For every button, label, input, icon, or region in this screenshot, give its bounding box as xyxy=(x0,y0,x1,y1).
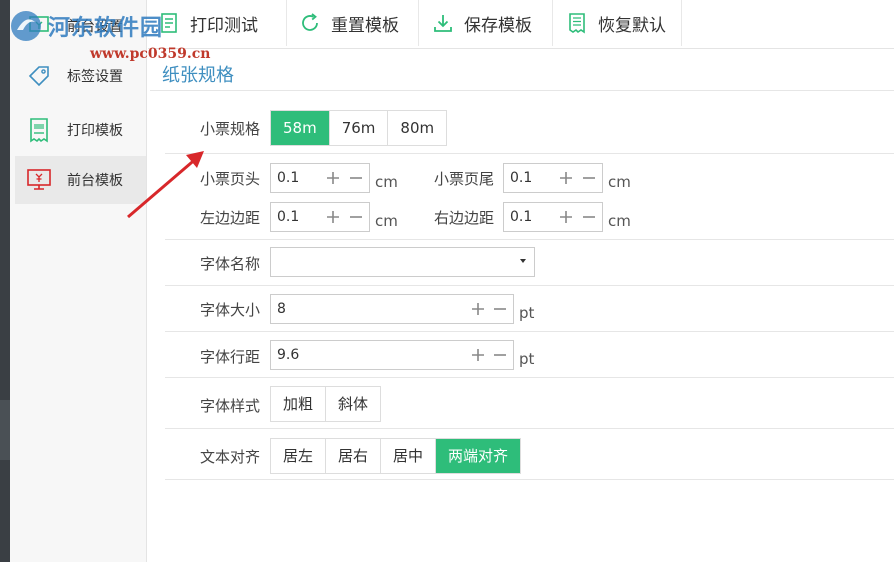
footer-label: 小票页尾 xyxy=(434,170,495,188)
left-margin-label: 左边边距 xyxy=(200,209,261,227)
minus-icon[interactable] xyxy=(346,164,366,192)
left-dark-strip xyxy=(0,0,10,562)
receipt-size-option-58m[interactable]: 58m xyxy=(271,111,330,145)
header-label: 小票页头 xyxy=(200,170,261,188)
font-size-unit: pt xyxy=(519,304,535,322)
monitor-yen-icon xyxy=(25,166,53,194)
line-spacing-value: 9.6 xyxy=(277,347,300,363)
left-margin-unit: cm xyxy=(375,212,398,230)
reset-template-button[interactable]: 重置模板 xyxy=(287,0,419,46)
minus-icon[interactable] xyxy=(579,203,599,231)
plus-icon[interactable] xyxy=(556,164,576,192)
minus-icon[interactable] xyxy=(490,295,510,323)
left-margin-stepper[interactable]: 0.1 xyxy=(270,202,370,232)
reset-template-label: 重置模板 xyxy=(331,15,399,36)
font-style-italic-button[interactable]: 斜体 xyxy=(326,387,381,421)
chevron-down-icon xyxy=(520,259,526,263)
font-size-stepper[interactable]: 8 xyxy=(270,294,514,324)
footer-unit: cm xyxy=(608,173,631,191)
section-title: 纸张规格 xyxy=(162,65,234,86)
print-test-button[interactable]: 打印测试 xyxy=(158,0,287,46)
divider xyxy=(165,331,894,332)
restore-default-button[interactable]: 恢复默认 xyxy=(554,0,682,46)
header-value: 0.1 xyxy=(277,170,300,186)
sidebar-item-label: 前台设置 xyxy=(67,19,123,35)
save-template-button[interactable]: 保存模板 xyxy=(420,0,553,46)
minus-icon[interactable] xyxy=(490,341,510,369)
text-align-label: 文本对齐 xyxy=(200,448,261,466)
receipt-icon xyxy=(566,12,588,34)
font-style-selector: 加粗 斜体 xyxy=(270,386,382,422)
receipt-icon xyxy=(25,116,53,144)
divider xyxy=(165,377,894,378)
divider xyxy=(165,285,894,286)
plus-icon[interactable] xyxy=(556,203,576,231)
frontdesk-icon xyxy=(25,12,53,40)
receipt-size-selector: 58m 76m 80m xyxy=(270,110,448,146)
toolbar: 打印测试 重置模板 保存模板 恢复默认 xyxy=(148,0,894,49)
sidebar-item-frontdesk-template[interactable]: 前台模板 xyxy=(15,156,146,204)
sidebar-item-print-template[interactable]: 打印模板 xyxy=(15,106,146,154)
align-justify-button[interactable]: 两端对齐 xyxy=(436,439,521,473)
download-icon xyxy=(432,12,454,34)
right-margin-value: 0.1 xyxy=(510,209,533,225)
plus-icon[interactable] xyxy=(323,164,343,192)
sidebar-item-label-settings[interactable]: 标签设置 xyxy=(15,52,146,100)
text-align-selector: 居左 居右 居中 两端对齐 xyxy=(270,438,522,474)
align-center-button[interactable]: 居中 xyxy=(381,439,437,473)
align-right-button[interactable]: 居右 xyxy=(326,439,382,473)
font-style-bold-button[interactable]: 加粗 xyxy=(271,387,327,421)
font-name-select[interactable] xyxy=(270,247,535,277)
sidebar-item-frontdesk-settings[interactable]: 前台设置 xyxy=(15,2,146,50)
font-name-label: 字体名称 xyxy=(200,255,261,273)
minus-icon[interactable] xyxy=(579,164,599,192)
line-spacing-stepper[interactable]: 9.6 xyxy=(270,340,514,370)
font-size-value: 8 xyxy=(277,301,286,317)
divider xyxy=(165,428,894,429)
right-margin-stepper[interactable]: 0.1 xyxy=(503,202,603,232)
sidebar-item-label: 标签设置 xyxy=(67,69,123,85)
sidebar-item-label: 前台模板 xyxy=(67,173,123,189)
header-stepper[interactable]: 0.1 xyxy=(270,163,370,193)
tag-icon xyxy=(25,62,53,90)
font-style-label: 字体样式 xyxy=(200,397,261,415)
footer-stepper[interactable]: 0.1 xyxy=(503,163,603,193)
print-test-label: 打印测试 xyxy=(190,15,258,36)
left-margin-value: 0.1 xyxy=(277,209,300,225)
right-margin-label: 右边边距 xyxy=(434,209,495,227)
receipt-size-option-76m[interactable]: 76m xyxy=(329,111,389,145)
divider xyxy=(165,479,894,480)
line-spacing-unit: pt xyxy=(519,350,535,368)
plus-icon[interactable] xyxy=(468,341,488,369)
restore-default-label: 恢复默认 xyxy=(598,15,666,36)
minus-icon[interactable] xyxy=(346,203,366,231)
plus-icon[interactable] xyxy=(468,295,488,323)
sidebar-item-label: 打印模板 xyxy=(67,123,123,139)
refresh-icon xyxy=(299,12,321,34)
align-left-button[interactable]: 居左 xyxy=(271,439,327,473)
receipt-size-option-80m[interactable]: 80m xyxy=(388,111,447,145)
font-size-label: 字体大小 xyxy=(200,301,261,319)
save-template-label: 保存模板 xyxy=(464,15,532,36)
right-margin-unit: cm xyxy=(608,212,631,230)
sidebar: 前台设置 标签设置 打印模板 前台模板 xyxy=(10,0,147,562)
left-strip-band xyxy=(0,400,10,460)
printer-doc-icon xyxy=(158,12,180,34)
line-spacing-label: 字体行距 xyxy=(200,348,261,366)
plus-icon[interactable] xyxy=(323,203,343,231)
header-unit: cm xyxy=(375,173,398,191)
divider xyxy=(150,90,894,91)
footer-value: 0.1 xyxy=(510,170,533,186)
divider xyxy=(165,239,894,240)
divider xyxy=(165,153,894,154)
receipt-size-label: 小票规格 xyxy=(200,120,261,138)
